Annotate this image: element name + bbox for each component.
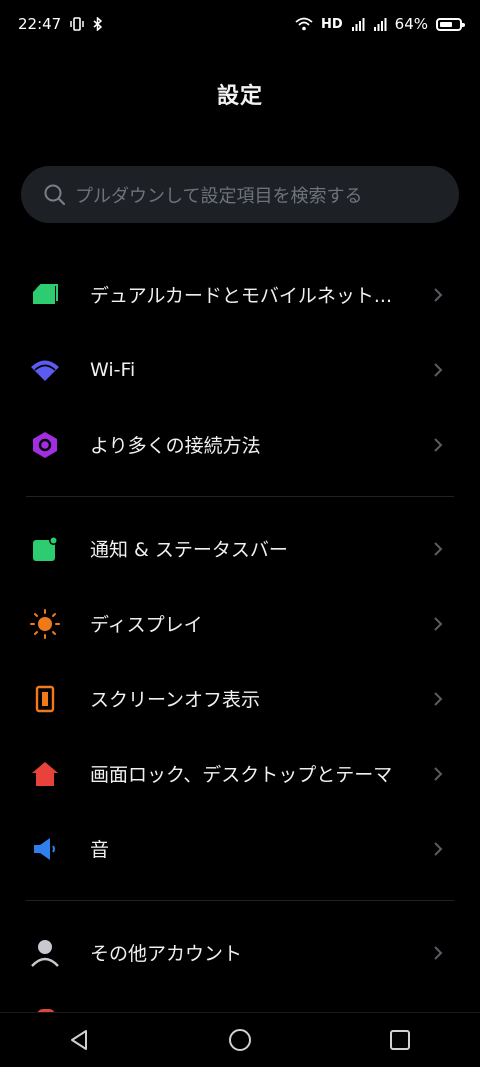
status-time: 22:47 [18,15,62,33]
status-bar: 22:47 HD 64% [0,0,480,48]
settings-item-label: Wi-Fi [90,358,136,381]
brightness-icon [28,607,62,641]
chevron-right-icon [430,287,446,303]
home-lock-icon [28,757,62,791]
home-icon [229,1029,251,1051]
search-input[interactable]: プルダウンして設定項目を検索する [21,166,459,223]
recents-icon [390,1030,410,1050]
account-icon [28,936,62,970]
battery-percent: 64% [394,15,428,33]
sim-card-icon [28,278,62,312]
network-type: HD [320,16,343,32]
section-divider [26,900,454,901]
settings-item-display[interactable]: ディスプレイ [0,586,480,661]
wifi-status-icon [295,17,313,31]
navigation-bar [0,1012,480,1067]
settings-item-sound[interactable]: 音 [0,811,480,886]
chevron-right-icon [430,841,446,857]
settings-item-notifications[interactable]: 通知 & ステータスバー [0,511,480,586]
settings-item-label: 音 [90,839,110,861]
search-placeholder: プルダウンして設定項目を検索する [75,185,363,207]
recents-button[interactable] [378,1018,422,1062]
status-left: 22:47 [18,15,103,33]
settings-item-screen-off[interactable]: スクリーンオフ表示 [0,661,480,736]
settings-list: デュアルカードとモバイルネット... Wi-Fi より多くの接続方法 通知 & … [0,257,480,990]
chevron-right-icon [430,945,446,961]
settings-item-label: その他アカウント [90,943,243,965]
settings-item-more-connections[interactable]: より多くの接続方法 [0,407,480,482]
battery-icon [436,17,465,31]
status-right: HD 64% [295,15,465,33]
signal-icon [351,17,365,31]
connection-hex-icon [28,428,62,462]
signal-icon-2 [373,17,387,31]
speaker-icon [28,832,62,866]
settings-item-other-accounts[interactable]: その他アカウント [0,915,480,990]
back-button[interactable] [58,1018,102,1062]
battery-fill [440,21,452,27]
settings-item-label: 画面ロック、デスクトップとテーマ [90,764,393,786]
settings-item-label: スクリーンオフ表示 [90,689,261,711]
chevron-right-icon [430,616,446,632]
vibrate-icon [69,17,85,31]
search-icon [43,183,67,207]
screen-off-icon [28,682,62,716]
home-button[interactable] [218,1018,262,1062]
settings-item-label: デュアルカードとモバイルネット... [90,285,392,307]
settings-item-label: ディスプレイ [90,614,203,636]
settings-item-label: より多くの接続方法 [90,435,261,457]
bluetooth-icon [93,17,103,31]
settings-item-lock-desktop-theme[interactable]: 画面ロック、デスクトップとテーマ [0,736,480,811]
notification-icon [28,532,62,566]
settings-item-dual-card[interactable]: デュアルカードとモバイルネット... [0,257,480,332]
section-divider [26,496,454,497]
back-icon [71,1030,87,1050]
wifi-icon [28,353,62,387]
chevron-right-icon [430,691,446,707]
chevron-right-icon [430,766,446,782]
chevron-right-icon [430,362,446,378]
page-title: 設定 [216,84,263,109]
settings-item-wifi[interactable]: Wi-Fi [0,332,480,407]
chevron-right-icon [430,437,446,453]
settings-item-label: 通知 & ステータスバー [90,539,288,561]
chevron-right-icon [430,541,446,557]
